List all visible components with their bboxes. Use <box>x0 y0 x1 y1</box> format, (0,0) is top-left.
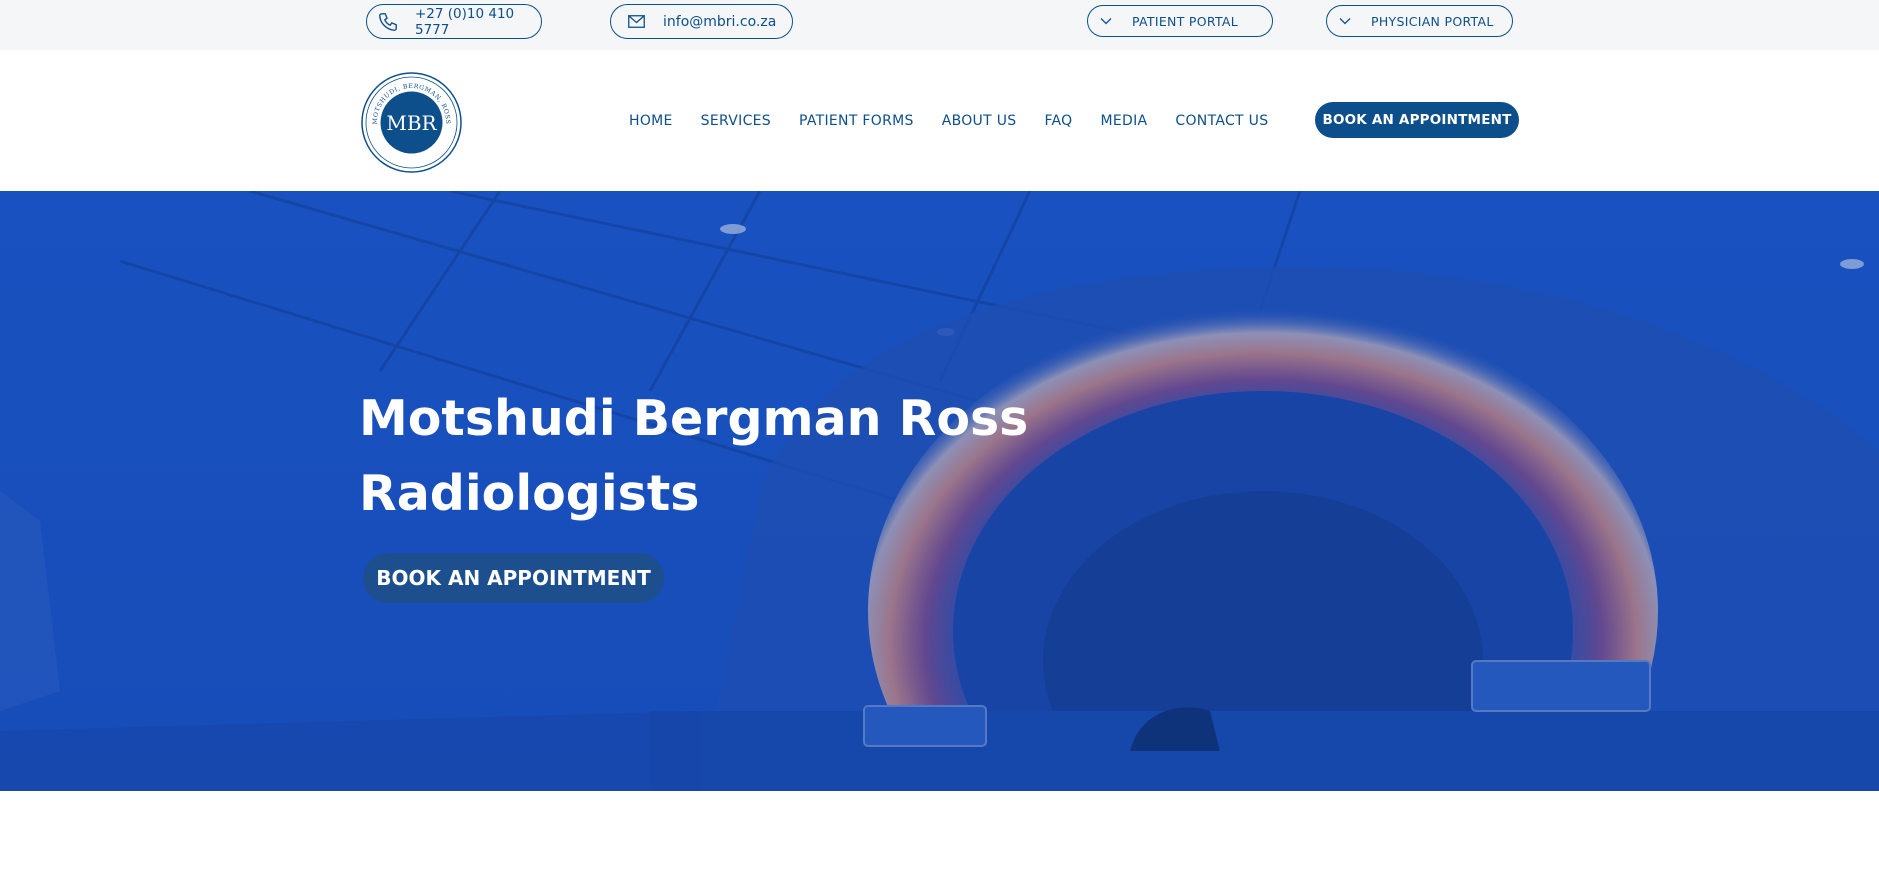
hero-book-appointment-button[interactable]: BOOK AN APPOINTMENT <box>363 553 664 603</box>
top-contact-bar: +27 (0)10 410 5777 info@mbri.co.za PATIE… <box>0 0 1879 50</box>
hero-title: Motshudi Bergman Ross Radiologists <box>359 381 1059 531</box>
mbr-logo[interactable]: MOTSHUDI, BERGMAN, ROSS RADIOLOGISTS MBR <box>361 72 462 173</box>
patient-portal-dropdown[interactable]: PATIENT PORTAL <box>1087 5 1273 37</box>
phone-button[interactable]: +27 (0)10 410 5777 <box>366 4 542 39</box>
nav-contact-us[interactable]: CONTACT US <box>1175 113 1268 129</box>
nav-services[interactable]: SERVICES <box>701 113 771 129</box>
book-appointment-button[interactable]: BOOK AN APPOINTMENT <box>1315 102 1519 138</box>
chevron-down-icon <box>1339 15 1351 27</box>
physician-portal-dropdown[interactable]: PHYSICIAN PORTAL <box>1326 5 1513 37</box>
email-button[interactable]: info@mbri.co.za <box>610 4 793 39</box>
nav-patient-forms[interactable]: PATIENT FORMS <box>799 113 914 129</box>
phone-icon <box>377 10 399 34</box>
chevron-down-icon <box>1100 15 1112 27</box>
nav-media[interactable]: MEDIA <box>1100 113 1147 129</box>
patient-portal-label: PATIENT PORTAL <box>1132 13 1239 29</box>
hero-banner: Motshudi Bergman Ross Radiologists BOOK … <box>0 191 1879 791</box>
envelope-icon <box>627 13 645 31</box>
main-nav: HOME SERVICES PATIENT FORMS ABOUT US FAQ… <box>629 111 1268 131</box>
content-area <box>0 791 1879 886</box>
logo-initials: MBR <box>386 111 437 135</box>
hero-title-line2: Radiologists <box>359 465 700 522</box>
nav-home[interactable]: HOME <box>629 113 673 129</box>
nav-faq[interactable]: FAQ <box>1044 113 1072 129</box>
nav-about-us[interactable]: ABOUT US <box>942 113 1017 129</box>
physician-portal-label: PHYSICIAN PORTAL <box>1371 13 1494 29</box>
phone-number: +27 (0)10 410 5777 <box>415 5 515 38</box>
email-address: info@mbri.co.za <box>663 13 777 30</box>
hero-title-line1: Motshudi Bergman Ross <box>359 390 1029 447</box>
